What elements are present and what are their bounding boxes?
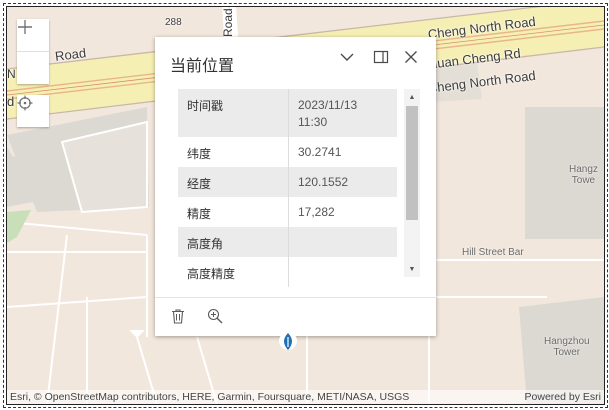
table-row: 经度 120.1552 [178, 167, 397, 197]
dock-icon [373, 50, 389, 64]
crosshair-icon [17, 95, 33, 111]
location-pin-icon [279, 332, 297, 350]
field-value [288, 227, 397, 257]
attribution-text[interactable]: Esri, © OpenStreetMap contributors, HERE… [10, 391, 409, 403]
scroll-down-arrow[interactable]: ▼ [404, 263, 420, 275]
scroll-up-arrow[interactable]: ▲ [404, 91, 420, 103]
locate-button[interactable] [17, 95, 49, 127]
field-value: 17,282 [288, 197, 397, 227]
location-marker[interactable] [278, 329, 298, 355]
field-name: 时间戳 [178, 89, 289, 137]
zoom-controls [17, 19, 49, 84]
field-name: 高度角 [178, 227, 289, 257]
popup-header: 当前位置 [155, 37, 436, 83]
scroll-thumb[interactable] [406, 106, 418, 220]
poi-hangzhou-tower-top: Hangz Towe [569, 164, 598, 186]
zoom-to-icon [207, 308, 223, 324]
location-popup: 当前位置 时间戳 2023/11/13 11:30 纬度 30.2741 经度 … [155, 37, 436, 336]
field-name: 纬度 [187, 147, 212, 161]
field-value: 30.2741 [288, 137, 397, 167]
delete-button[interactable] [170, 308, 190, 328]
poi-hangzhou-tower: Hangzhou Tower [544, 336, 590, 358]
table-row: 高度精度 [178, 257, 397, 287]
popup-content[interactable]: 时间戳 2023/11/13 11:30 纬度 30.2741 经度 120.1… [155, 83, 436, 297]
minus-icon [18, 26, 32, 28]
road-label-d-fragment: d [7, 94, 15, 109]
field-value: 2023/11/13 11:30 [288, 89, 397, 137]
map-view[interactable]: N Road d Cheng North Road Huan Cheng Rd … [6, 6, 605, 405]
field-value: 120.1552 [288, 167, 397, 197]
popup-title: 当前位置 [170, 58, 235, 75]
close-button[interactable] [403, 49, 423, 69]
popup-pointer [129, 330, 145, 338]
poi-hill-street-bar: Hill Street Bar [462, 247, 524, 258]
close-icon [405, 51, 417, 63]
table-row: 时间戳 2023/11/13 11:30 [178, 89, 397, 137]
chevron-down-icon [340, 53, 354, 61]
field-name: 精度 [187, 207, 212, 221]
zoom-out-button[interactable] [17, 26, 49, 84]
trash-icon [172, 309, 184, 324]
attribute-table: 时间戳 2023/11/13 11:30 纬度 30.2741 经度 120.1… [178, 89, 397, 287]
zoom-to-button[interactable] [207, 308, 227, 328]
field-name: 高度精度 [187, 267, 236, 281]
field-value [288, 257, 397, 287]
road-label-vertical: Road [221, 8, 235, 37]
table-row: 高度角 [178, 227, 397, 257]
road-label-north-prefix: N [7, 67, 16, 81]
road-shield-288: 288 [165, 17, 182, 28]
table-row: 精度 17,282 [178, 197, 397, 227]
dock-button[interactable] [373, 49, 393, 69]
popup-scrollbar[interactable]: ▲ ▼ [404, 89, 420, 277]
field-name: 经度 [178, 167, 289, 197]
collapse-button[interactable] [339, 49, 359, 69]
table-row: 纬度 30.2741 [178, 137, 397, 167]
powered-by-esri[interactable]: Powered by Esri [525, 391, 601, 403]
map-attribution: Esri, © OpenStreetMap contributors, HERE… [7, 390, 604, 404]
